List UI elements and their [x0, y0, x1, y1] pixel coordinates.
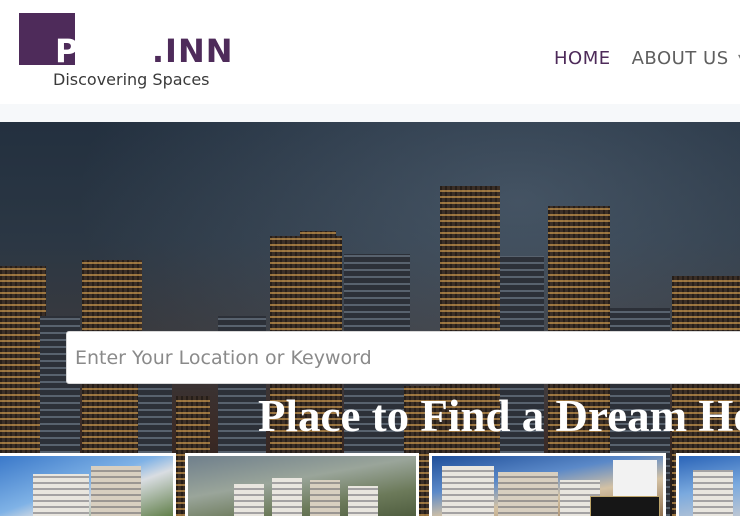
property-card-4[interactable]	[676, 453, 740, 516]
main-nav: HOME ABOUT US ▾	[554, 48, 740, 70]
property-card-1[interactable]	[0, 453, 176, 516]
nav-item-home[interactable]: HOME	[554, 48, 611, 70]
project-badge	[590, 496, 660, 516]
location-search-input[interactable]	[66, 331, 740, 384]
property-card-2[interactable]	[185, 453, 419, 516]
brand-logo[interactable]: PROP.INN Discovering Spaces	[19, 13, 233, 93]
header-divider	[0, 104, 740, 122]
nav-item-about-us[interactable]: ABOUT US	[632, 48, 729, 70]
logo-tagline: Discovering Spaces	[53, 70, 210, 89]
property-card-3[interactable]	[429, 453, 666, 516]
hero-title: Place to Find a Dream Home	[258, 391, 740, 441]
logo-wordmark: PROP.INN	[55, 32, 234, 70]
site-header: PROP.INN Discovering Spaces HOME ABOUT U…	[0, 0, 740, 108]
